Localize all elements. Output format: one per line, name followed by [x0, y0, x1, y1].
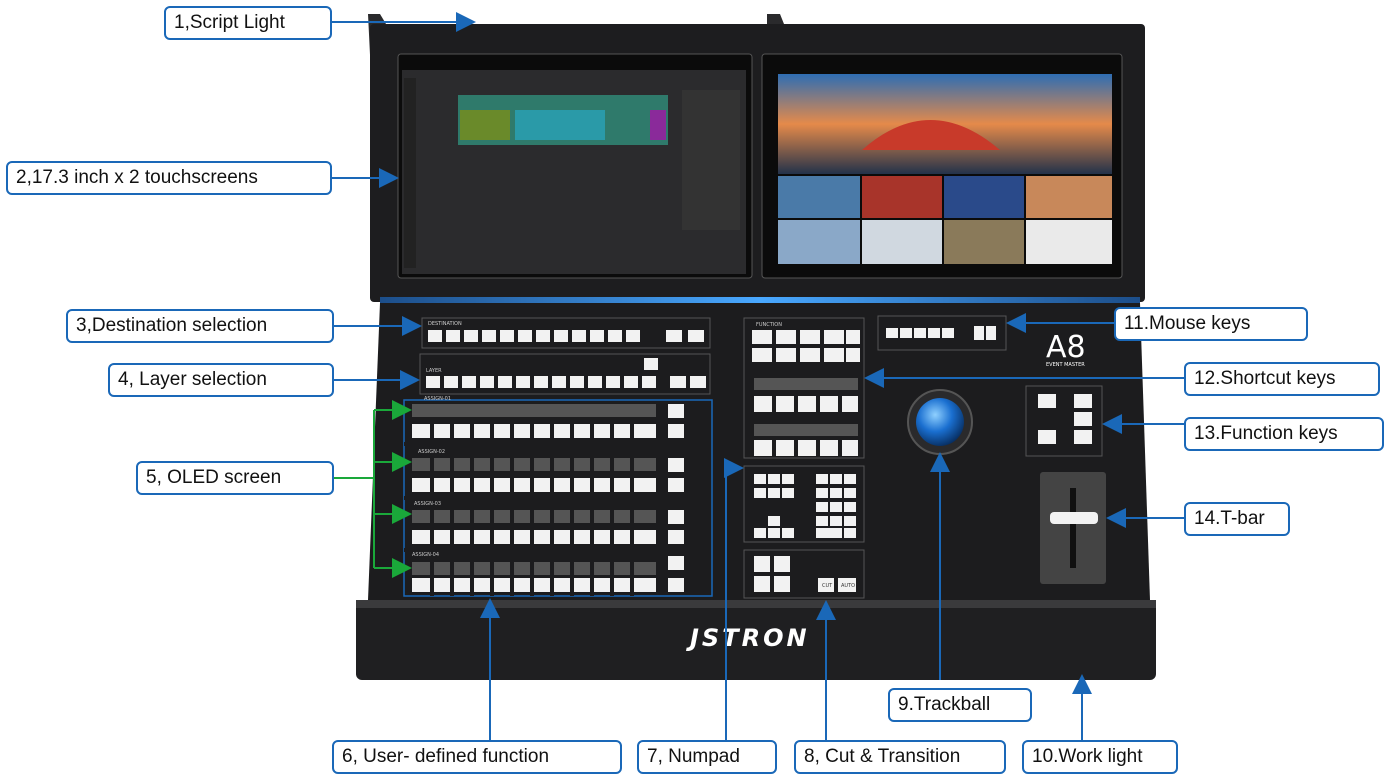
callout-work-light: 10.Work light	[1022, 740, 1178, 774]
model-name: A8	[1046, 330, 1086, 365]
callout-t-bar: 14.T-bar	[1184, 502, 1290, 536]
callout-trackball: 9.Trackball	[888, 688, 1032, 722]
layer-label: LAYER	[426, 368, 442, 374]
callout-touchscreens: 2,17.3 inch x 2 touchscreens	[6, 161, 332, 195]
right-touchscreen[interactable]	[761, 53, 1123, 279]
callout-layer-selection: 4, Layer selection	[108, 363, 334, 397]
t-bar[interactable]	[1040, 472, 1106, 584]
trackball[interactable]	[907, 389, 973, 455]
callout-user-defined-function: 6, User- defined function	[332, 740, 622, 774]
callout-function-keys: 13.Function keys	[1184, 417, 1384, 451]
assign-2-label: ASSIGN-02	[418, 449, 446, 455]
callout-oled-screen: 5, OLED screen	[136, 461, 334, 495]
assign-3-label: ASSIGN-03	[414, 501, 442, 507]
callout-script-light: 1,Script Light	[164, 6, 332, 40]
model-subtitle: EVENT MASTER	[1046, 362, 1085, 368]
assign-4-label: ASSIGN-04	[412, 552, 440, 558]
callout-numpad: 7, Numpad	[637, 740, 777, 774]
left-touchscreen[interactable]	[397, 53, 753, 279]
assign-1-label: ASSIGN-01	[424, 396, 452, 402]
callout-shortcut-keys: 12.Shortcut keys	[1184, 362, 1380, 396]
work-light-strip	[380, 297, 1140, 303]
destination-label: DESTINATION	[428, 321, 462, 327]
cut-label: CUT	[822, 583, 833, 589]
auto-label: AUTO	[841, 583, 856, 589]
brand-logo: JSTRON	[690, 624, 810, 652]
function-label: FUNCTION	[756, 322, 782, 328]
callout-mouse-keys: 11.Mouse keys	[1114, 307, 1308, 341]
callout-cut-transition: 8, Cut & Transition	[794, 740, 1006, 774]
callout-destination-selection: 3,Destination selection	[66, 309, 334, 343]
